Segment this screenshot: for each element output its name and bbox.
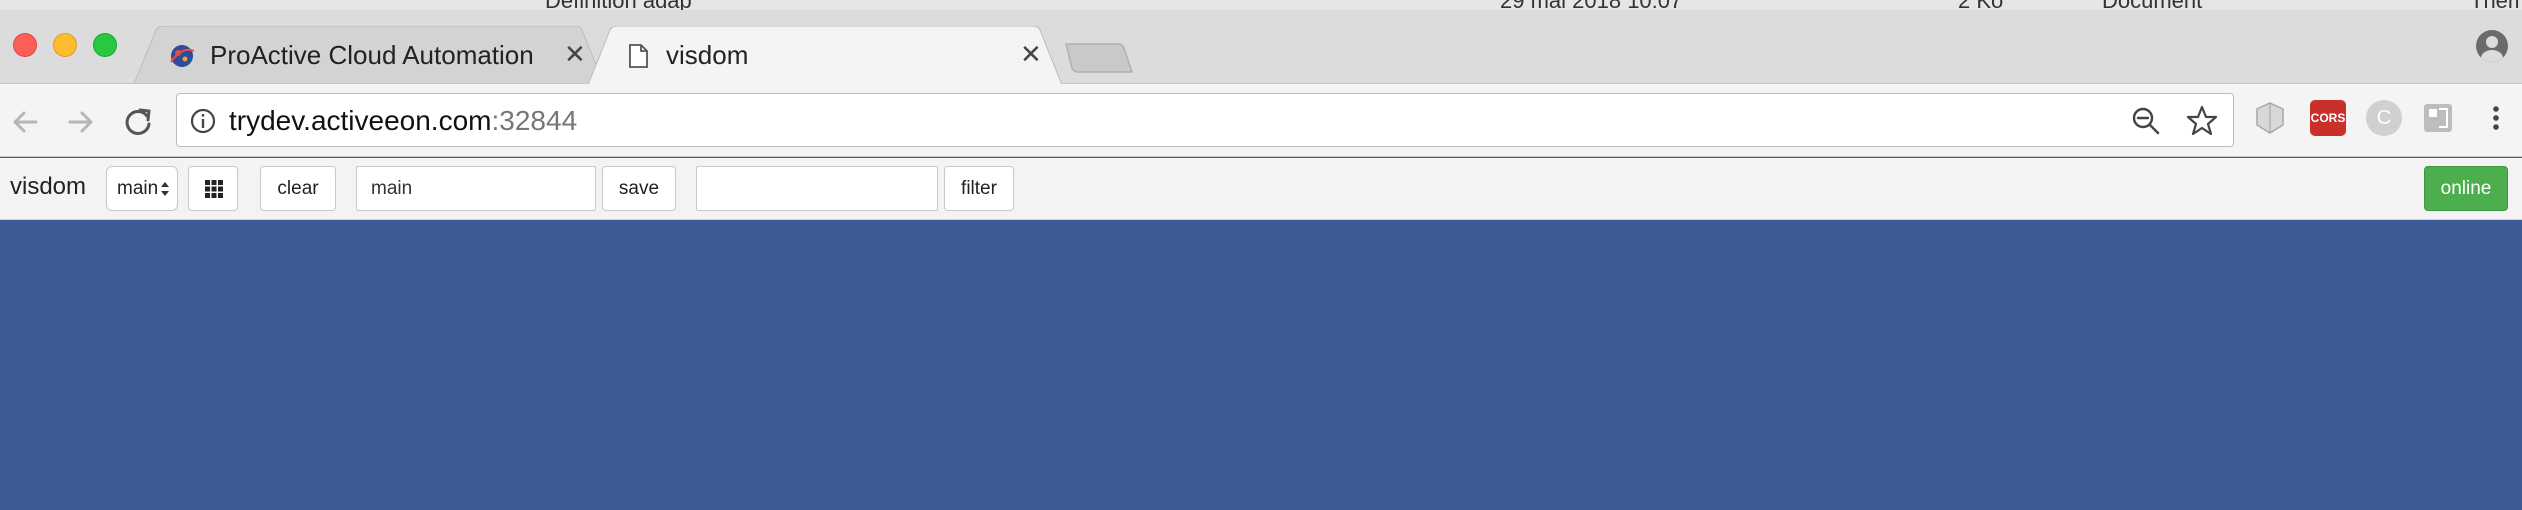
address-url: trydev.activeeon.com:32844 [229, 105, 577, 137]
browser-tab-strip: Définition adap 29 mai 2018 10:07 2 Ko D… [0, 0, 2522, 84]
filter-input[interactable] [696, 166, 938, 211]
tab-visdom[interactable]: visdom ✕ [588, 26, 1062, 84]
save-button[interactable]: save [602, 166, 676, 211]
cors-extension-icon[interactable]: CORS [2310, 100, 2346, 136]
document-icon [629, 44, 648, 68]
clear-button[interactable]: clear [260, 166, 336, 211]
grid-icon [205, 180, 223, 198]
tab-close-icon[interactable]: ✕ [1020, 40, 1042, 68]
tab-title: visdom [666, 40, 749, 70]
tab-title: ProActive Cloud Automation | C [210, 40, 540, 70]
view-grid-button[interactable] [188, 166, 238, 211]
info-icon[interactable] [189, 107, 217, 135]
visdom-brand: visdom [10, 173, 87, 200]
globe-icon [170, 45, 195, 67]
address-bar[interactable]: trydev.activeeon.com:32844 [176, 93, 2234, 147]
tab-close-icon[interactable]: ✕ [564, 40, 586, 68]
filter-button[interactable]: filter [944, 166, 1014, 211]
window-zoom-button[interactable] [93, 33, 117, 57]
background-theme-label: Thème [2470, 0, 2522, 10]
new-tab-button[interactable] [1064, 42, 1134, 74]
profile-avatar-icon[interactable] [2476, 30, 2508, 62]
address-port: :32844 [491, 105, 578, 136]
browser-toolbar: trydev.activeeon.com:32844 CORS C [0, 84, 2522, 157]
address-host: trydev.activeeon.com [229, 105, 492, 136]
image-extension-icon[interactable] [2420, 100, 2456, 136]
zoom-out-icon[interactable] [2131, 106, 2161, 136]
background-window-strip: Définition adap 29 mai 2018 10:07 2 Ko D… [0, 0, 2522, 10]
background-file-name: Définition adap [545, 0, 692, 10]
background-file-date: 29 mai 2018 10:07 [1500, 0, 1682, 10]
window-minimize-button[interactable] [53, 33, 77, 57]
tab-proactive[interactable]: ProActive Cloud Automation | C ✕ [134, 26, 604, 84]
background-file-kind: Document [2102, 0, 2202, 10]
bookmark-star-icon[interactable] [2185, 104, 2219, 138]
visdom-workspace [0, 221, 2522, 510]
visdom-toolbar: visdom main clear main save filter onlin… [0, 158, 2522, 220]
background-file-size: 2 Ko [1958, 0, 2003, 10]
shield-extension-icon[interactable] [2252, 100, 2288, 136]
connection-status-badge: online [2424, 166, 2508, 211]
c-extension-icon[interactable]: C [2366, 100, 2402, 136]
back-arrow-icon[interactable] [6, 102, 46, 142]
menu-kebab-icon[interactable] [2478, 100, 2514, 136]
reload-icon[interactable] [118, 102, 158, 142]
environment-select[interactable]: main [106, 166, 178, 211]
environment-select-value: main [117, 178, 159, 199]
environment-name-input[interactable]: main [356, 166, 596, 211]
select-arrows-icon [161, 182, 169, 196]
forward-arrow-icon[interactable] [60, 102, 100, 142]
window-close-button[interactable] [13, 33, 37, 57]
